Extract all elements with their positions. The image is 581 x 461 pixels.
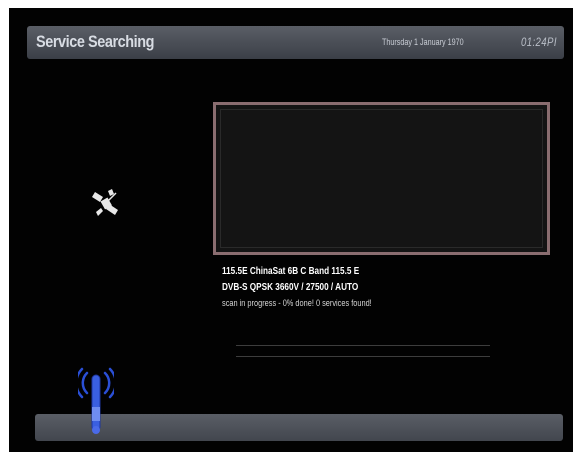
video-preview-inner	[220, 109, 543, 248]
transponder-label: 115.5E ChinaSat 6B C Band 115.5 E	[222, 266, 360, 277]
signal-antenna-icon	[78, 367, 114, 434]
scan-progress-bar	[236, 345, 490, 357]
scan-status: scan in progress - 0% done! 0 services f…	[222, 298, 372, 308]
header-bar: Service Searching Thursday 1 January 197…	[27, 26, 564, 59]
satellite-icon	[92, 189, 118, 216]
date-display: Thursday 1 January 1970	[382, 37, 464, 47]
clock-display: 01:24PI	[521, 35, 557, 49]
footer-bar	[35, 414, 563, 441]
scan-info: 115.5E ChinaSat 6B C Band 115.5 E DVB-S …	[222, 266, 405, 308]
tuning-parameters: DVB-S QPSK 3660V / 27500 / AUTO	[222, 282, 359, 293]
page-title: Service Searching	[36, 32, 155, 51]
video-preview	[213, 102, 550, 255]
